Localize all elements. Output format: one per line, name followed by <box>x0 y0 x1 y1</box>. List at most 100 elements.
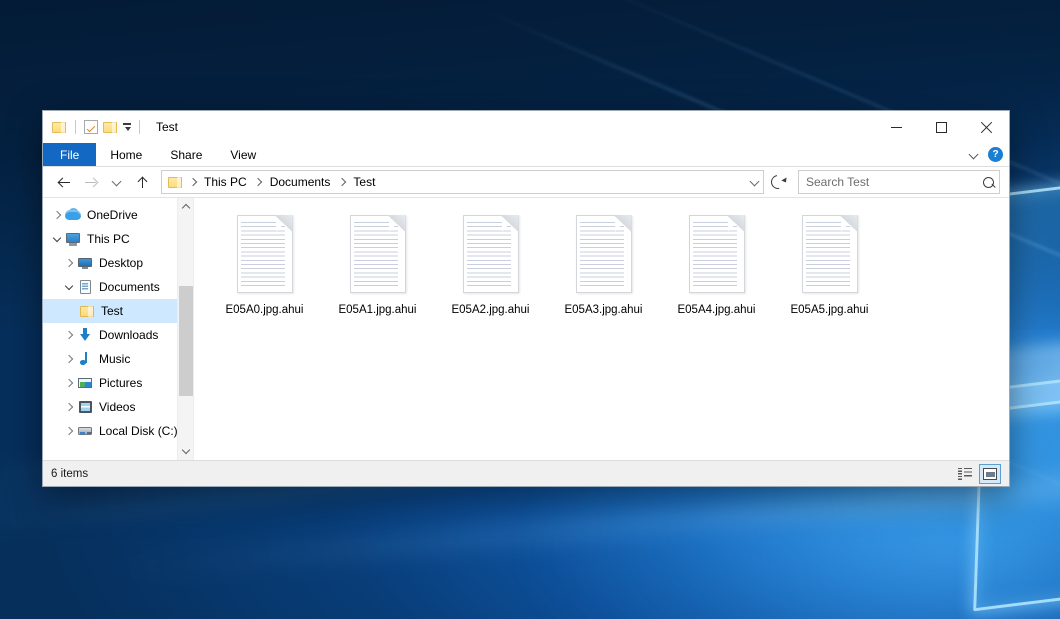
sidebar-item-pictures[interactable]: Pictures <box>43 371 193 395</box>
breadcrumb-item-test[interactable]: Test <box>349 174 379 190</box>
scroll-up-icon[interactable] <box>178 198 194 215</box>
large-icons-view-button[interactable] <box>979 464 1001 484</box>
generic-document-icon <box>799 215 861 295</box>
breadcrumb-item-documents[interactable]: Documents <box>266 174 335 190</box>
sidebar-item-label: Desktop <box>99 256 143 270</box>
breadcrumb-item-this-pc[interactable]: This PC <box>200 174 251 190</box>
refresh-icon <box>768 172 787 191</box>
scroll-down-icon[interactable] <box>178 443 194 460</box>
pictures-icon <box>77 375 93 391</box>
sidebar-item-this-pc[interactable]: This PC <box>43 227 193 251</box>
breadcrumb-separator-icon[interactable] <box>252 176 265 189</box>
new-folder-icon[interactable] <box>103 121 118 134</box>
file-item[interactable]: E05A2.jpg.ahui <box>434 210 547 324</box>
collapse-chevron-icon[interactable] <box>61 275 77 299</box>
expand-ribbon-icon[interactable] <box>970 150 979 159</box>
toolbar-separator <box>75 120 76 134</box>
tab-file[interactable]: File <box>43 143 96 166</box>
file-item[interactable]: E05A3.jpg.ahui <box>547 210 660 324</box>
onedrive-icon <box>65 207 81 223</box>
navigation-scrollbar[interactable] <box>177 198 193 460</box>
file-item[interactable]: E05A5.jpg.ahui <box>773 210 886 324</box>
recent-locations-button[interactable] <box>104 170 128 194</box>
quick-access-toolbar: Test <box>43 120 178 134</box>
sidebar-item-test[interactable]: Test <box>43 299 193 323</box>
tab-home[interactable]: Home <box>96 143 156 166</box>
sidebar-item-local-disk-c[interactable]: Local Disk (C:) <box>43 419 193 443</box>
status-bar: 6 items <box>43 460 1009 486</box>
generic-document-icon <box>686 215 748 295</box>
desktop-icon <box>77 255 93 271</box>
chevron-down-icon <box>111 177 122 188</box>
sidebar-item-label: Videos <box>99 400 135 414</box>
folder-icon <box>79 303 95 319</box>
large-icons-view-icon <box>983 468 997 480</box>
tab-view[interactable]: View <box>216 143 270 166</box>
expand-chevron-icon[interactable] <box>61 395 77 419</box>
folder-icon[interactable] <box>168 176 183 189</box>
sidebar-item-label: Documents <box>99 280 160 294</box>
maximize-button[interactable] <box>919 111 964 143</box>
up-button[interactable] <box>130 170 154 194</box>
file-grid: E05A0.jpg.ahui E05A1.jpg.ahui E05A2.jpg.… <box>208 210 1003 324</box>
item-count-label: 6 items <box>51 468 954 480</box>
sidebar-item-desktop[interactable]: Desktop <box>43 251 193 275</box>
search-box[interactable] <box>798 170 1000 194</box>
ribbon-right-controls: ? <box>970 143 1003 166</box>
file-item[interactable]: E05A4.jpg.ahui <box>660 210 773 324</box>
file-name-label: E05A5.jpg.ahui <box>790 303 868 317</box>
sidebar-item-onedrive[interactable]: OneDrive <box>43 203 193 227</box>
breadcrumb-separator-icon[interactable] <box>335 176 348 189</box>
folder-icon[interactable] <box>52 121 67 134</box>
properties-icon[interactable] <box>84 120 98 134</box>
file-explorer-window: Test File Home Share View ? This PC <box>42 110 1010 487</box>
breadcrumb-separator-icon[interactable] <box>186 176 199 189</box>
file-name-label: E05A0.jpg.ahui <box>225 303 303 317</box>
expand-chevron-icon[interactable] <box>49 203 65 227</box>
file-item[interactable]: E05A1.jpg.ahui <box>321 210 434 324</box>
sidebar-item-downloads[interactable]: Downloads <box>43 323 193 347</box>
documents-icon <box>77 279 93 295</box>
videos-icon <box>77 399 93 415</box>
file-item[interactable]: E05A0.jpg.ahui <box>208 210 321 324</box>
toolbar-separator <box>139 120 140 134</box>
expand-chevron-icon[interactable] <box>61 419 77 443</box>
sidebar-item-documents[interactable]: Documents <box>43 275 193 299</box>
close-button[interactable] <box>964 111 1009 143</box>
tab-share[interactable]: Share <box>156 143 216 166</box>
generic-document-icon <box>234 215 296 295</box>
minimize-button[interactable] <box>874 111 919 143</box>
sidebar-item-videos[interactable]: Videos <box>43 395 193 419</box>
back-arrow-icon <box>58 176 71 189</box>
collapse-chevron-icon[interactable] <box>49 227 65 251</box>
search-icon[interactable] <box>977 172 999 192</box>
sidebar-item-label: Music <box>99 352 130 366</box>
expand-chevron-icon[interactable] <box>61 251 77 275</box>
help-icon[interactable]: ? <box>988 147 1003 162</box>
sidebar-item-label: This PC <box>87 232 130 246</box>
downloads-icon <box>77 327 93 343</box>
forward-button[interactable] <box>78 170 102 194</box>
file-name-label: E05A2.jpg.ahui <box>451 303 529 317</box>
expand-chevron-icon[interactable] <box>61 323 77 347</box>
customize-quick-access-icon[interactable] <box>123 123 131 131</box>
scrollbar-thumb[interactable] <box>179 286 193 396</box>
address-bar[interactable]: This PC Documents Test <box>161 170 764 194</box>
file-name-label: E05A3.jpg.ahui <box>564 303 642 317</box>
expand-chevron-icon[interactable] <box>61 371 77 395</box>
sidebar-item-label: Test <box>101 304 123 318</box>
window-title: Test <box>156 120 178 134</box>
file-list-pane[interactable]: E05A0.jpg.ahui E05A1.jpg.ahui E05A2.jpg.… <box>194 198 1009 460</box>
details-view-button[interactable] <box>954 464 976 484</box>
back-button[interactable] <box>52 170 76 194</box>
sidebar-item-music[interactable]: Music <box>43 347 193 371</box>
file-name-label: E05A1.jpg.ahui <box>338 303 416 317</box>
search-input[interactable] <box>799 175 977 189</box>
address-dropdown-button[interactable] <box>745 172 763 192</box>
refresh-button[interactable] <box>767 171 789 193</box>
file-name-label: E05A4.jpg.ahui <box>677 303 755 317</box>
details-view-icon <box>958 468 972 480</box>
generic-document-icon <box>347 215 409 295</box>
forward-arrow-icon <box>84 176 97 189</box>
expand-chevron-icon[interactable] <box>61 347 77 371</box>
